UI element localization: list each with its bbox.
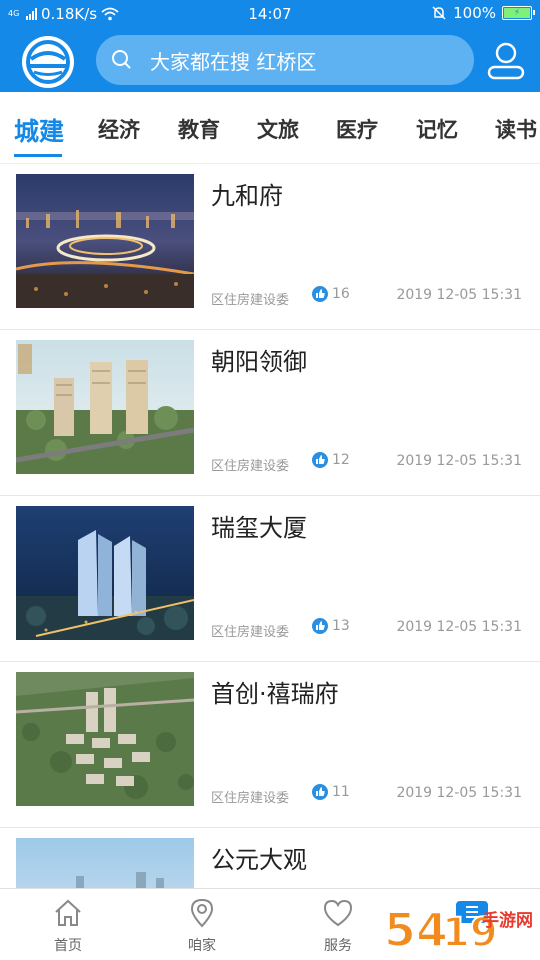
article-source: 区住房建设委 (211, 293, 290, 308)
city-logo-icon[interactable] (22, 36, 74, 88)
article-thumbnail (16, 672, 194, 806)
article-source: 区住房建设委 (211, 625, 290, 640)
status-bar: 4G 0.18K/s 14:07 100% ⚡ (0, 0, 540, 28)
battery-icon: ⚡ (502, 6, 535, 20)
list-item[interactable]: 首创·禧瑞府 区住房建设委 11 2019 12-05 15:31 (0, 662, 540, 828)
tab-yiliao[interactable]: 医疗 (336, 114, 378, 144)
like-count[interactable]: 16 (312, 286, 350, 302)
article-thumbnail (16, 506, 194, 640)
tab-jiyi[interactable]: 记忆 (416, 114, 458, 144)
like-count[interactable]: 12 (312, 452, 350, 468)
article-title: 九和府 (211, 182, 283, 210)
thumbs-up-icon (312, 618, 328, 634)
category-tabs: 城建 经济 教育 文旅 医疗 记忆 读书 (0, 92, 540, 164)
article-date: 2019 12-05 15:31 (396, 619, 522, 635)
nav-zanjia[interactable]: 咱家 (152, 889, 252, 960)
nav-service-label: 服务 (324, 938, 352, 954)
article-title: 瑞玺大厦 (211, 514, 307, 542)
nav-zanjia-label: 咱家 (188, 938, 216, 954)
tab-chengjian[interactable]: 城建 (14, 112, 64, 148)
article-title: 首创·禧瑞府 (211, 680, 339, 708)
article-thumbnail (16, 174, 194, 308)
thumbs-up-icon (312, 452, 328, 468)
like-count-value: 13 (332, 618, 350, 634)
article-title: 朝阳领御 (211, 348, 307, 376)
like-count-value: 16 (332, 286, 350, 302)
app-header: 大家都在搜 红桥区 (0, 28, 540, 92)
list-item[interactable]: 九和府 区住房建设委 16 2019 12-05 15:31 (0, 164, 540, 330)
svg-text:手游网: 手游网 (482, 910, 533, 931)
watermark-logo: 54 19 手游网 (382, 896, 540, 958)
user-icon[interactable] (486, 40, 526, 80)
search-bar[interactable]: 大家都在搜 红桥区 (96, 35, 474, 85)
nav-home-label: 首页 (54, 938, 82, 954)
article-title: 公元大观 (211, 846, 307, 874)
like-count-value: 11 (332, 784, 350, 800)
article-date: 2019 12-05 15:31 (396, 785, 522, 801)
like-count[interactable]: 11 (312, 784, 350, 800)
nav-service[interactable]: 服务 (288, 889, 388, 960)
search-placeholder: 大家都在搜 红桥区 (150, 49, 317, 74)
thumbs-up-icon (312, 286, 328, 302)
tab-jingji[interactable]: 经济 (98, 114, 140, 144)
article-date: 2019 12-05 15:31 (396, 287, 522, 303)
like-count-value: 12 (332, 452, 350, 468)
heart-icon (323, 899, 353, 927)
article-source: 区住房建设委 (211, 791, 290, 806)
article-date: 2019 12-05 15:31 (396, 453, 522, 469)
mute-bell-icon (432, 6, 446, 20)
battery-fill: ⚡ (504, 8, 530, 18)
tab-jiaoyu[interactable]: 教育 (178, 114, 220, 144)
status-right: 100% ⚡ (431, 4, 535, 22)
tab-dushu[interactable]: 读书 (495, 114, 537, 144)
battery-percent: 100% (453, 4, 496, 22)
nav-home[interactable]: 首页 (18, 889, 118, 960)
search-icon (112, 50, 131, 69)
svg-text:54: 54 (384, 903, 448, 956)
article-thumbnail (16, 340, 194, 474)
tab-wenlv[interactable]: 文旅 (257, 114, 299, 144)
location-pin-icon (190, 898, 214, 928)
list-item[interactable]: 瑞玺大厦 区住房建设委 13 2019 12-05 15:31 (0, 496, 540, 662)
active-tab-indicator (14, 154, 62, 157)
article-source: 区住房建设委 (211, 459, 290, 474)
list-item[interactable]: 朝阳领御 区住房建设委 12 2019 12-05 15:31 (0, 330, 540, 496)
thumbs-up-icon (312, 784, 328, 800)
like-count[interactable]: 13 (312, 618, 350, 634)
home-icon (55, 899, 81, 926)
